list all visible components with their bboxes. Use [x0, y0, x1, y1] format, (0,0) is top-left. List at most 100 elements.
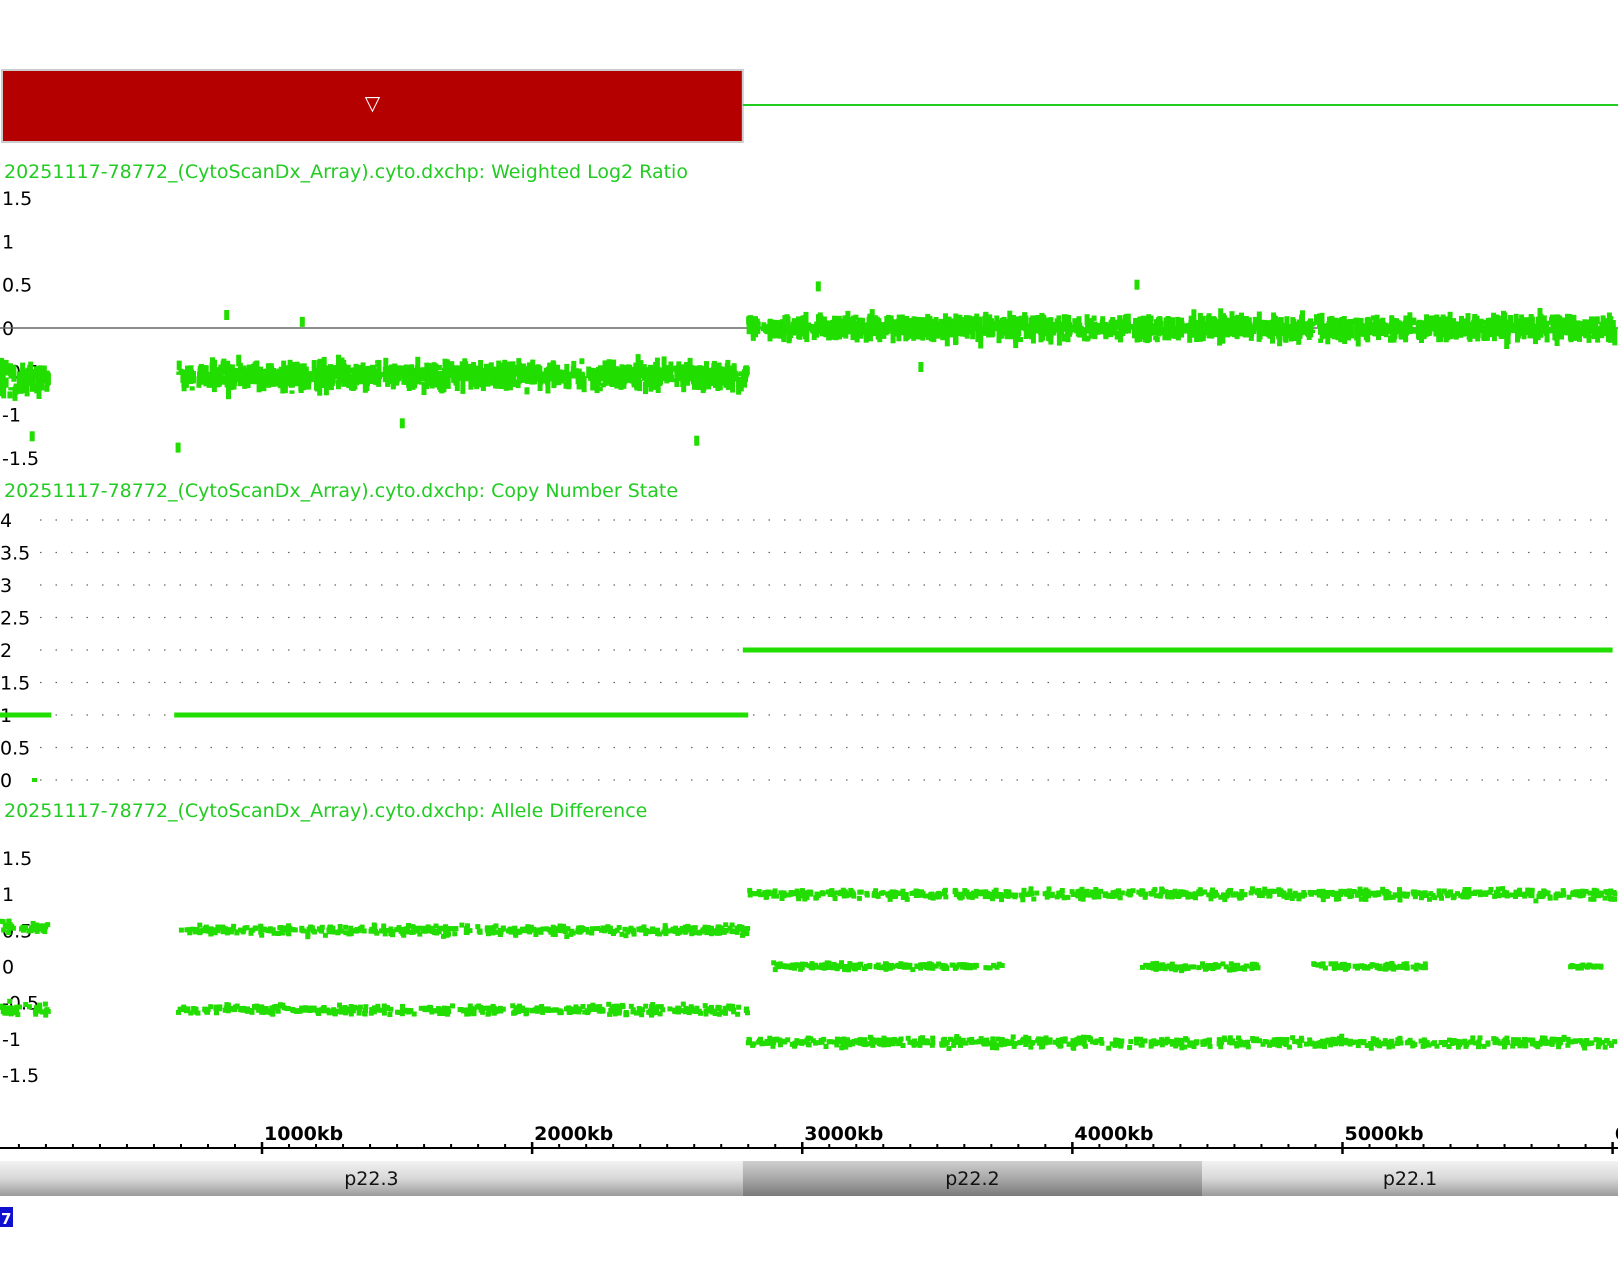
- allele-point: [1414, 963, 1420, 969]
- log2-point: [1307, 320, 1312, 333]
- allele-point: [301, 1006, 307, 1012]
- allele-point: [1365, 889, 1371, 895]
- allele-point: [736, 1004, 742, 1010]
- log2-point: [449, 361, 455, 370]
- allele-point: [906, 964, 912, 970]
- allele-point: [820, 891, 826, 897]
- allele-point: [178, 927, 184, 933]
- log2-point: [1052, 322, 1058, 333]
- log2-point: [289, 390, 295, 394]
- log2-outlier: [399, 418, 405, 429]
- y-tick-label: -1: [2, 1029, 21, 1051]
- allele-point: [1368, 963, 1373, 969]
- allele-point: [335, 930, 341, 936]
- allele-point: [628, 925, 634, 931]
- allele-point: [738, 926, 743, 932]
- allele-difference-track: 1.510.50-0.5-1-1.5: [0, 848, 1618, 1087]
- log2-point: [566, 372, 572, 390]
- log2-point: [428, 366, 434, 381]
- allele-point: [214, 1010, 219, 1016]
- log2-point: [1318, 323, 1324, 333]
- allele-point: [668, 928, 674, 934]
- y-tick-label: -1.5: [2, 448, 39, 470]
- allele-point: [1325, 1039, 1331, 1045]
- log2-point: [184, 376, 190, 383]
- allele-point: [1383, 964, 1389, 969]
- allele-point: [215, 925, 221, 931]
- allele-point: [1281, 890, 1287, 896]
- y-tick-label: 2.5: [0, 608, 30, 630]
- allele-point: [1418, 1038, 1424, 1044]
- cn-state-segment: [174, 712, 749, 718]
- log2-point: [1602, 321, 1608, 328]
- allele-point: [1385, 891, 1391, 897]
- down-triangle-icon[interactable]: ▽: [365, 91, 381, 115]
- log2-point: [282, 380, 288, 389]
- allele-point: [1553, 895, 1559, 901]
- allele-point: [879, 890, 884, 896]
- log2-point: [1062, 333, 1067, 342]
- allele-point: [1259, 893, 1265, 899]
- allele-point: [676, 929, 682, 935]
- allele-point: [1405, 1039, 1411, 1045]
- allele-point: [1344, 965, 1350, 970]
- allele-point: [930, 1035, 936, 1041]
- log2-point: [603, 365, 608, 373]
- allele-point: [889, 889, 895, 895]
- allele-point: [1185, 965, 1191, 971]
- allele-point: [0, 1004, 4, 1010]
- allele-point: [1510, 1043, 1516, 1049]
- allele-point: [575, 929, 581, 935]
- allele-point: [564, 934, 570, 940]
- allele-point: [1049, 893, 1055, 898]
- log2-point: [1041, 323, 1047, 337]
- allele-point: [1249, 886, 1255, 892]
- allele-point: [1094, 1038, 1100, 1044]
- log2-outlier: [299, 316, 305, 327]
- allele-point: [1521, 1041, 1527, 1047]
- allele-point: [901, 892, 907, 898]
- allele-point: [1419, 964, 1425, 969]
- allele-point: [815, 893, 821, 899]
- log2-point: [764, 328, 770, 334]
- allele-point: [951, 1042, 957, 1048]
- allele-point: [1483, 890, 1489, 896]
- log2-point: [29, 381, 35, 386]
- allele-point: [320, 1006, 326, 1012]
- log2-point: [303, 382, 309, 389]
- log2-point: [618, 380, 624, 384]
- log2-point: [215, 378, 221, 388]
- allele-point: [1275, 1037, 1281, 1042]
- log2-point: [1341, 316, 1347, 333]
- allele-point: [1254, 888, 1260, 894]
- log2-point: [340, 376, 346, 380]
- allele-point: [1383, 895, 1389, 901]
- allele-point: [5, 1010, 11, 1016]
- allele-point: [1029, 1040, 1035, 1046]
- log2-point: [1060, 323, 1066, 332]
- allele-point: [1289, 896, 1295, 901]
- allele-point: [424, 1007, 430, 1013]
- log2-point: [1550, 321, 1556, 329]
- allele-point: [698, 1010, 704, 1016]
- allele-point: [723, 1010, 728, 1016]
- allele-point: [1441, 888, 1447, 894]
- allele-point: [469, 1005, 475, 1011]
- log2-point: [711, 363, 717, 369]
- log2-point: [1235, 314, 1241, 322]
- allele-point: [416, 925, 422, 931]
- allele-point: [751, 1041, 757, 1047]
- log2-point: [376, 359, 382, 374]
- allele-point: [1380, 889, 1386, 894]
- allele-point: [636, 1006, 642, 1011]
- log2-point: [1180, 326, 1186, 334]
- allele-point: [1336, 963, 1342, 969]
- log2-point: [1575, 321, 1581, 332]
- allele-point: [1154, 893, 1160, 899]
- log2-point: [651, 375, 657, 387]
- log2-point: [537, 378, 543, 391]
- allele-point: [1331, 891, 1336, 897]
- allele-point: [723, 922, 729, 928]
- log2-point: [1088, 318, 1094, 334]
- allele-point: [1075, 890, 1081, 895]
